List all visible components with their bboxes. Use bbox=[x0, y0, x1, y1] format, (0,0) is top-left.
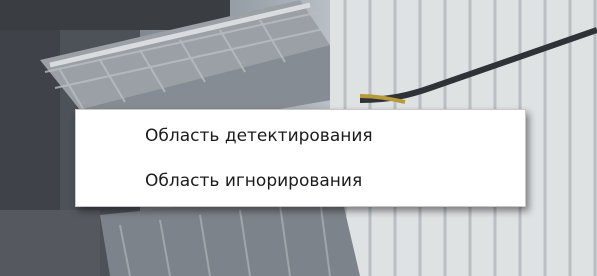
menu-item-detection-area[interactable]: Область детектирования bbox=[76, 120, 525, 152]
context-menu: Область детектирования Область игнориров… bbox=[75, 109, 526, 207]
camera-video-frame[interactable]: Область детектирования Область игнориров… bbox=[0, 0, 597, 276]
menu-item-ignore-area[interactable]: Область игнорирования bbox=[76, 165, 525, 197]
